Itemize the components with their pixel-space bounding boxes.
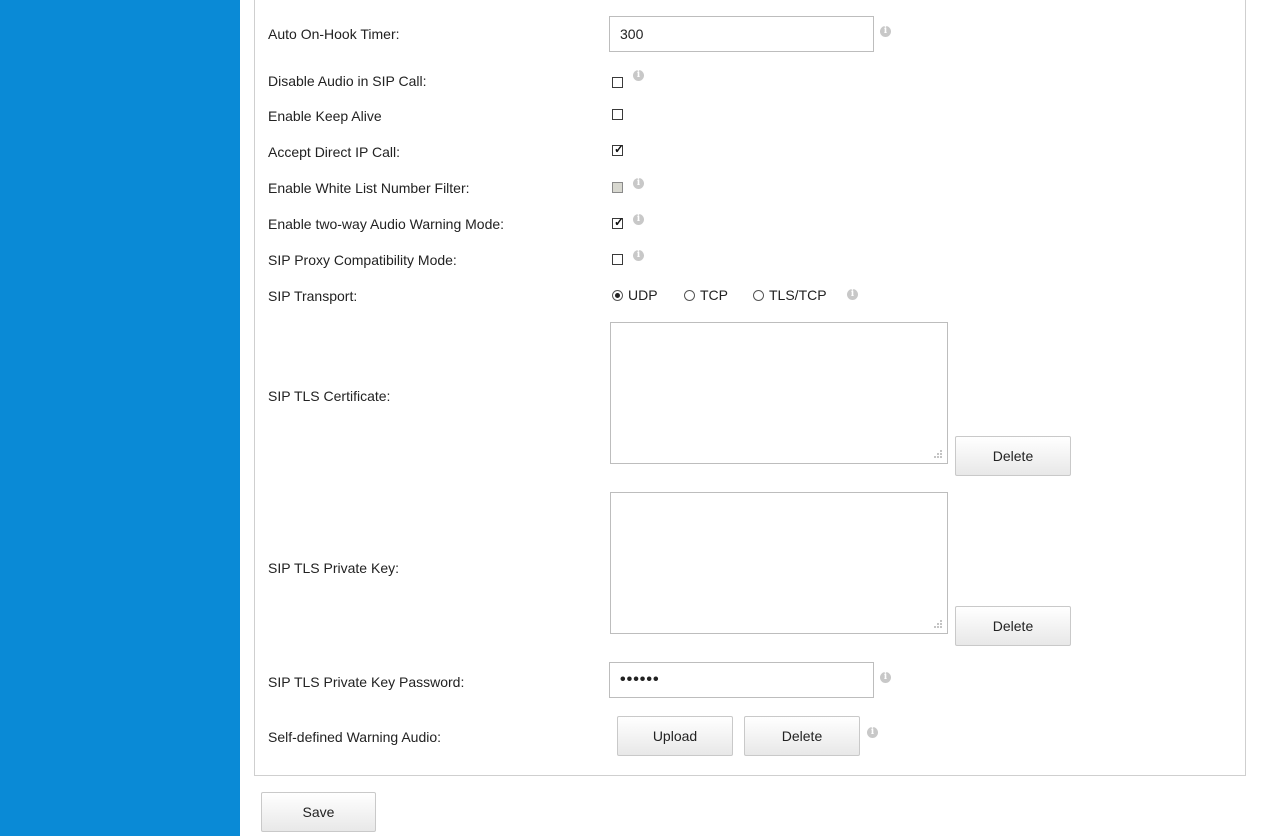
info-icon[interactable]: i <box>847 289 858 300</box>
resize-grip-icon[interactable] <box>932 618 944 630</box>
self-defined-warning-audio-label: Self-defined Warning Audio: <box>268 729 442 745</box>
transport-tls-tcp-label[interactable]: TLS/TCP <box>769 287 827 303</box>
transport-udp-label[interactable]: UDP <box>628 287 658 303</box>
sip-transport-label: SIP Transport: <box>268 288 358 304</box>
sip-proxy-compat-checkbox[interactable] <box>612 254 623 265</box>
two-way-audio-warning-label: Enable two-way Audio Warning Mode: <box>268 216 505 232</box>
white-list-filter-checkbox <box>612 182 623 193</box>
auto-on-hook-timer-label: Auto On-Hook Timer: <box>268 26 400 42</box>
sip-tls-private-key-label: SIP TLS Private Key: <box>268 560 399 576</box>
sip-tls-private-key-textarea[interactable] <box>610 492 948 634</box>
sip-tls-key-password-label: SIP TLS Private Key Password: <box>268 674 465 690</box>
radio-selected-dot <box>615 293 620 298</box>
sidebar <box>0 0 240 836</box>
transport-udp-radio[interactable] <box>612 290 623 301</box>
transport-tcp-label[interactable]: TCP <box>700 287 728 303</box>
sip-tls-certificate-textarea[interactable] <box>610 322 948 464</box>
accept-direct-ip-call-checkbox[interactable]: ✓ <box>612 142 625 156</box>
enable-keep-alive-label: Enable Keep Alive <box>268 108 382 124</box>
checkmark-icon: ✓ <box>614 215 625 229</box>
accept-direct-ip-call-label: Accept Direct IP Call: <box>268 144 401 160</box>
white-list-filter-label: Enable White List Number Filter: <box>268 180 470 196</box>
info-icon[interactable]: i <box>633 250 644 261</box>
checkmark-icon: ✓ <box>614 142 625 156</box>
certificate-delete-button[interactable]: Delete <box>955 436 1071 476</box>
info-icon[interactable]: i <box>633 178 644 189</box>
info-icon[interactable]: i <box>880 26 891 37</box>
resize-grip-icon[interactable] <box>932 448 944 460</box>
sip-proxy-compat-label: SIP Proxy Compatibility Mode: <box>268 252 457 268</box>
info-icon[interactable]: i <box>633 214 644 225</box>
info-icon[interactable]: i <box>633 70 644 81</box>
info-icon[interactable]: i <box>880 672 891 683</box>
sip-tls-key-password-input[interactable]: •••••• <box>609 662 874 698</box>
two-way-audio-warning-checkbox[interactable]: ✓ <box>612 215 625 229</box>
info-icon[interactable]: i <box>867 727 878 738</box>
sip-tls-certificate-label: SIP TLS Certificate: <box>268 388 391 404</box>
transport-tls-tcp-radio[interactable] <box>753 290 764 301</box>
save-button[interactable]: Save <box>261 792 376 832</box>
warning-audio-delete-button[interactable]: Delete <box>744 716 860 756</box>
warning-audio-upload-button[interactable]: Upload <box>617 716 733 756</box>
enable-keep-alive-checkbox[interactable] <box>612 109 623 120</box>
disable-audio-sip-call-checkbox[interactable] <box>612 77 623 88</box>
private-key-delete-button[interactable]: Delete <box>955 606 1071 646</box>
auto-on-hook-timer-input[interactable]: 300 <box>609 16 874 52</box>
transport-tcp-radio[interactable] <box>684 290 695 301</box>
disable-audio-sip-call-label: Disable Audio in SIP Call: <box>268 73 427 89</box>
